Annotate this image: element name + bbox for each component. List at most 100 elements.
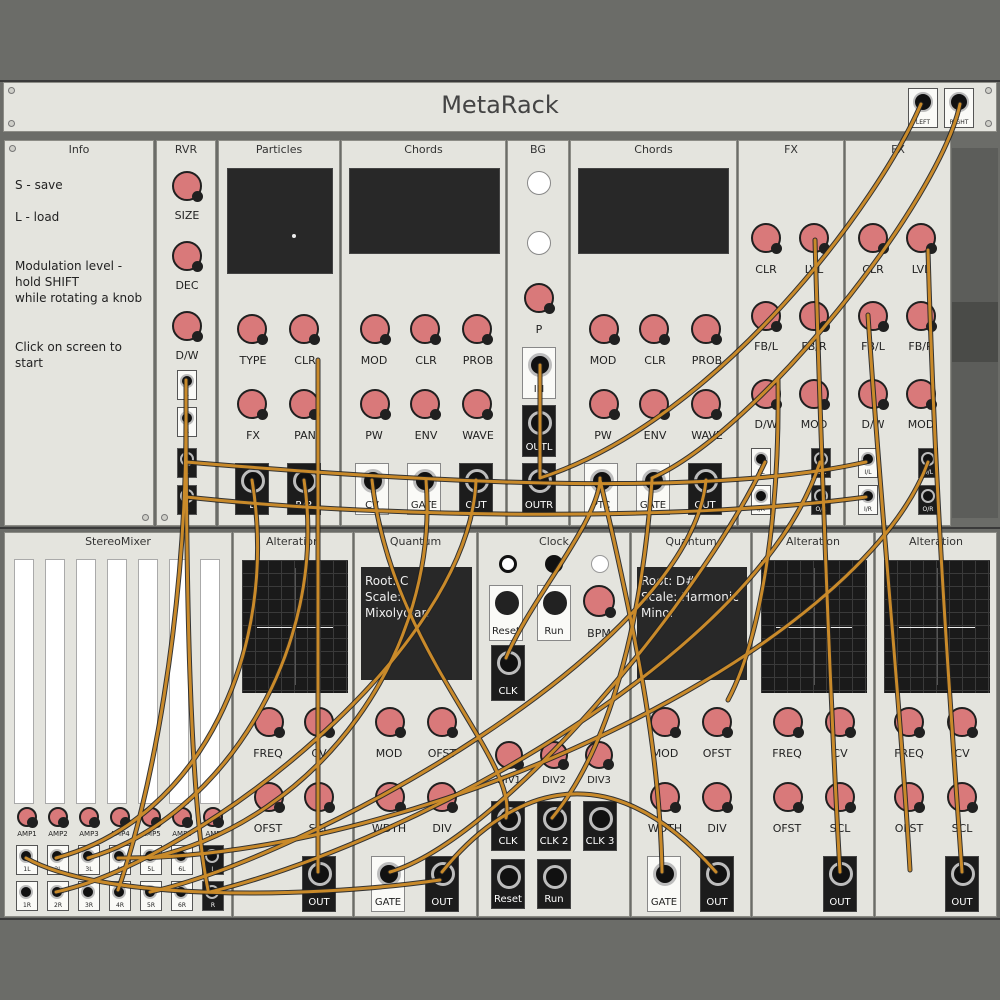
- dry-wet-knob[interactable]: [172, 311, 203, 342]
- pitch-input-jack[interactable]: PTC: [584, 463, 618, 515]
- run-button[interactable]: Run: [537, 585, 571, 641]
- output-r-jack[interactable]: R/R: [287, 463, 321, 515]
- freq-knob[interactable]: [773, 707, 804, 738]
- div3-knob[interactable]: [585, 741, 614, 770]
- fader-2[interactable]: [45, 559, 65, 804]
- prob-knob[interactable]: [691, 314, 722, 345]
- output-r-jack[interactable]: O/R: [918, 485, 938, 515]
- input-jack[interactable]: IN: [522, 347, 556, 399]
- offset-knob[interactable]: [773, 782, 804, 813]
- input-r-jack[interactable]: I/R: [751, 485, 771, 515]
- div2-knob[interactable]: [540, 741, 569, 770]
- color-knob[interactable]: [858, 223, 889, 254]
- audio-output-jack[interactable]: OUT: [459, 463, 493, 515]
- input-6l-jack[interactable]: 6L: [171, 845, 193, 875]
- output-l-jack[interactable]: O/L: [918, 448, 938, 478]
- input-2r-jack[interactable]: 2R: [47, 881, 69, 911]
- output-jack[interactable]: OUT: [945, 856, 979, 912]
- mod-knob[interactable]: [650, 707, 681, 738]
- size-knob[interactable]: [172, 171, 203, 202]
- mod-knob[interactable]: [360, 314, 391, 345]
- cv-knob[interactable]: [825, 707, 856, 738]
- clock-output-jack[interactable]: CLK: [491, 645, 525, 701]
- input-4l-jack[interactable]: 4L: [109, 845, 131, 875]
- output-l-jack[interactable]: L: [202, 845, 224, 875]
- amp6-knob[interactable]: [172, 807, 193, 828]
- feedback-l-knob[interactable]: [751, 301, 782, 332]
- amp2-knob[interactable]: [48, 807, 69, 828]
- input-4r-jack[interactable]: 4R: [109, 881, 131, 911]
- color-knob[interactable]: [410, 314, 441, 345]
- output-r-jack[interactable]: R: [202, 881, 224, 911]
- feedback-l-knob[interactable]: [858, 301, 889, 332]
- input-6r-jack[interactable]: 6R: [171, 881, 193, 911]
- input-r-jack[interactable]: R: [177, 407, 197, 437]
- reset-output-jack[interactable]: Reset: [491, 859, 525, 909]
- level-knob[interactable]: [906, 223, 937, 254]
- amp3-knob[interactable]: [79, 807, 100, 828]
- level-knob[interactable]: [799, 223, 830, 254]
- feedback-r-knob[interactable]: [906, 301, 937, 332]
- pw-knob[interactable]: [360, 389, 391, 420]
- input-2l-jack[interactable]: 2L: [47, 845, 69, 875]
- input-1l-jack[interactable]: 1L: [16, 845, 38, 875]
- offset-knob[interactable]: [702, 707, 733, 738]
- offset-knob[interactable]: [254, 782, 285, 813]
- color-knob[interactable]: [639, 314, 670, 345]
- amp-master-knob[interactable]: [203, 807, 224, 828]
- output-r-jack[interactable]: O/R: [811, 485, 831, 515]
- offset-knob[interactable]: [427, 707, 458, 738]
- gate-input-jack[interactable]: GATE: [636, 463, 670, 515]
- fader-3[interactable]: [76, 559, 96, 804]
- gate-input-jack[interactable]: GATE: [407, 463, 441, 515]
- mod-knob[interactable]: [799, 379, 830, 410]
- dry-wet-knob[interactable]: [751, 379, 782, 410]
- width-knob[interactable]: [375, 782, 406, 813]
- color-knob[interactable]: [289, 314, 320, 345]
- output-l-jack[interactable]: L: [235, 463, 269, 515]
- scale-knob[interactable]: [947, 782, 978, 813]
- type-knob[interactable]: [237, 314, 268, 345]
- fx-knob[interactable]: [237, 389, 268, 420]
- cv-knob[interactable]: [947, 707, 978, 738]
- freq-knob[interactable]: [254, 707, 285, 738]
- input-3l-jack[interactable]: 3L: [78, 845, 100, 875]
- input-l-jack[interactable]: I/L: [858, 448, 878, 478]
- amp1-knob[interactable]: [17, 807, 38, 828]
- output-r-jack[interactable]: OUTR: [522, 463, 556, 515]
- offset-knob[interactable]: [894, 782, 925, 813]
- gate-input-jack[interactable]: GATE: [371, 856, 405, 912]
- fader-4[interactable]: [107, 559, 127, 804]
- mod-knob[interactable]: [375, 707, 406, 738]
- right-output-jack[interactable]: RIGHT: [944, 88, 974, 128]
- wave-knob[interactable]: [691, 389, 722, 420]
- pan-knob[interactable]: [289, 389, 320, 420]
- fader-master[interactable]: [200, 559, 220, 804]
- output-r-jack[interactable]: R: [177, 485, 197, 515]
- amp5-knob[interactable]: [141, 807, 162, 828]
- reset-button[interactable]: Reset: [489, 585, 523, 641]
- freq-knob[interactable]: [894, 707, 925, 738]
- output-l-jack[interactable]: L: [177, 448, 197, 478]
- clk2-output-jack[interactable]: CLK 2: [537, 801, 571, 851]
- decay-knob[interactable]: [172, 241, 203, 272]
- fader-1[interactable]: [14, 559, 34, 804]
- cv-knob[interactable]: [304, 707, 335, 738]
- particles-screen[interactable]: [227, 168, 333, 274]
- output-jack[interactable]: OUT: [700, 856, 734, 912]
- input-r-jack[interactable]: I/R: [858, 485, 878, 515]
- dry-wet-knob[interactable]: [858, 379, 889, 410]
- audio-output-jack[interactable]: OUT: [688, 463, 722, 515]
- input-l-jack[interactable]: L: [177, 370, 197, 400]
- fader-5[interactable]: [138, 559, 158, 804]
- pw-knob[interactable]: [589, 389, 620, 420]
- output-jack[interactable]: OUT: [425, 856, 459, 912]
- run-output-jack[interactable]: Run: [537, 859, 571, 909]
- div1-knob[interactable]: [495, 741, 524, 770]
- clk3-output-jack[interactable]: CLK 3: [583, 801, 617, 851]
- output-jack[interactable]: OUT: [823, 856, 857, 912]
- scale-knob[interactable]: [304, 782, 335, 813]
- bpm-knob[interactable]: [583, 585, 616, 618]
- left-output-jack[interactable]: LEFT: [908, 88, 938, 128]
- input-l-jack[interactable]: I/L: [751, 448, 771, 478]
